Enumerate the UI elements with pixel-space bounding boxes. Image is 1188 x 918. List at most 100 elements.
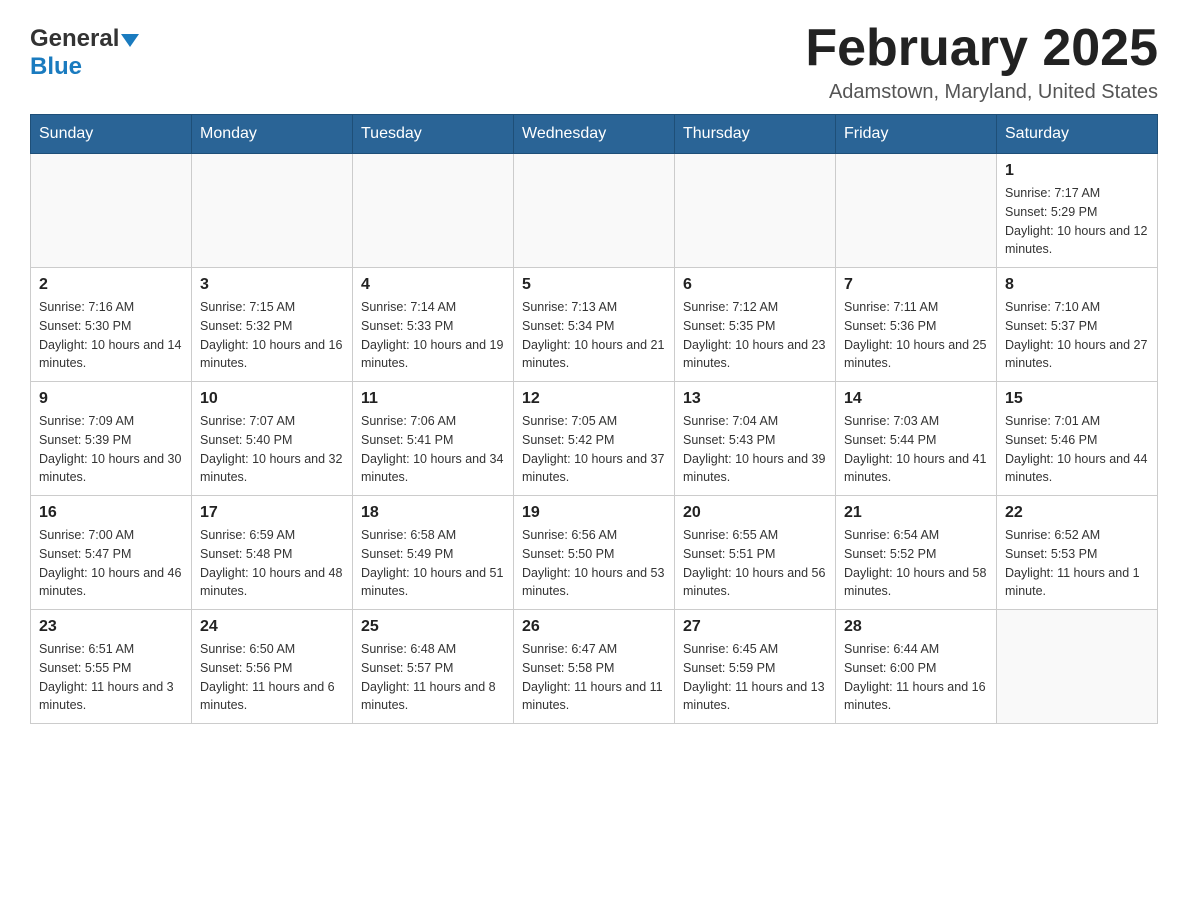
day-info: Sunrise: 6:58 AMSunset: 5:49 PMDaylight:… — [361, 526, 505, 601]
logo-general-text: General — [30, 25, 119, 53]
day-number: 14 — [844, 390, 988, 408]
calendar-day: 16 Sunrise: 7:00 AMSunset: 5:47 PMDayligh… — [31, 496, 192, 610]
calendar-day: 10 Sunrise: 7:07 AMSunset: 5:40 PMDayligh… — [192, 382, 353, 496]
calendar-day: 1 Sunrise: 7:17 AMSunset: 5:29 PMDaylight… — [997, 154, 1158, 268]
weekday-header-thursday: Thursday — [675, 115, 836, 154]
calendar-day: 20 Sunrise: 6:55 AMSunset: 5:51 PMDayligh… — [675, 496, 836, 610]
calendar-day — [192, 154, 353, 268]
day-info: Sunrise: 6:52 AMSunset: 5:53 PMDaylight:… — [1005, 526, 1149, 601]
day-number: 5 — [522, 276, 666, 294]
weekday-header-friday: Friday — [836, 115, 997, 154]
calendar-day: 25Sunrise: 6:48 AMSunset: 5:57 PMDayligh… — [353, 610, 514, 724]
day-info: Sunrise: 7:03 AMSunset: 5:44 PMDaylight:… — [844, 412, 988, 487]
day-number: 16 — [39, 504, 183, 522]
calendar-week-2: 2 Sunrise: 7:16 AMSunset: 5:30 PMDaylight… — [31, 268, 1158, 382]
day-info: Sunrise: 7:09 AMSunset: 5:39 PMDaylight:… — [39, 412, 183, 487]
day-info: Sunrise: 7:10 AMSunset: 5:37 PMDaylight:… — [1005, 298, 1149, 373]
calendar-week-4: 16 Sunrise: 7:00 AMSunset: 5:47 PMDayligh… — [31, 496, 1158, 610]
day-info: Sunrise: 6:54 AMSunset: 5:52 PMDaylight:… — [844, 526, 988, 601]
day-info: Sunrise: 7:05 AMSunset: 5:42 PMDaylight:… — [522, 412, 666, 487]
calendar-day: 6 Sunrise: 7:12 AMSunset: 5:35 PMDaylight… — [675, 268, 836, 382]
month-title: February 2025 — [805, 20, 1158, 77]
calendar-day: 27 Sunrise: 6:45 AMSunset: 5:59 PMDayligh… — [675, 610, 836, 724]
day-number: 7 — [844, 276, 988, 294]
page-header: General Blue February 2025 Adamstown, Ma… — [30, 20, 1158, 104]
calendar-day: 17 Sunrise: 6:59 AMSunset: 5:48 PMDayligh… — [192, 496, 353, 610]
day-info: Sunrise: 7:01 AMSunset: 5:46 PMDaylight:… — [1005, 412, 1149, 487]
weekday-header-wednesday: Wednesday — [514, 115, 675, 154]
calendar-day: 7 Sunrise: 7:11 AMSunset: 5:36 PMDaylight… — [836, 268, 997, 382]
calendar-table: SundayMondayTuesdayWednesdayThursdayFrid… — [30, 114, 1158, 724]
weekday-header-row: SundayMondayTuesdayWednesdayThursdayFrid… — [31, 115, 1158, 154]
day-number: 8 — [1005, 276, 1149, 294]
day-number: 2 — [39, 276, 183, 294]
calendar-day: 14 Sunrise: 7:03 AMSunset: 5:44 PMDayligh… — [836, 382, 997, 496]
calendar-day: 19 Sunrise: 6:56 AMSunset: 5:50 PMDayligh… — [514, 496, 675, 610]
day-info: Sunrise: 6:55 AMSunset: 5:51 PMDaylight:… — [683, 526, 827, 601]
day-number: 18 — [361, 504, 505, 522]
day-info: Sunrise: 6:47 AMSunset: 5:58 PMDaylight:… — [522, 640, 666, 715]
day-number: 28 — [844, 618, 988, 636]
day-info: Sunrise: 6:44 AMSunset: 6:00 PMDaylight:… — [844, 640, 988, 715]
calendar-day: 13Sunrise: 7:04 AMSunset: 5:43 PMDayligh… — [675, 382, 836, 496]
day-number: 22 — [1005, 504, 1149, 522]
day-info: Sunrise: 7:16 AMSunset: 5:30 PMDaylight:… — [39, 298, 183, 373]
day-number: 1 — [1005, 162, 1149, 180]
day-number: 20 — [683, 504, 827, 522]
logo: General Blue — [30, 20, 139, 81]
day-info: Sunrise: 7:13 AMSunset: 5:34 PMDaylight:… — [522, 298, 666, 373]
day-info: Sunrise: 6:59 AMSunset: 5:48 PMDaylight:… — [200, 526, 344, 601]
calendar-day — [675, 154, 836, 268]
calendar-day: 23 Sunrise: 6:51 AMSunset: 5:55 PMDayligh… — [31, 610, 192, 724]
calendar-day: 4Sunrise: 7:14 AMSunset: 5:33 PMDaylight… — [353, 268, 514, 382]
calendar-week-5: 23 Sunrise: 6:51 AMSunset: 5:55 PMDayligh… — [31, 610, 1158, 724]
day-info: Sunrise: 7:04 AMSunset: 5:43 PMDaylight:… — [683, 412, 827, 487]
day-number: 10 — [200, 390, 344, 408]
calendar-day — [836, 154, 997, 268]
day-info: Sunrise: 6:45 AMSunset: 5:59 PMDaylight:… — [683, 640, 827, 715]
day-number: 4 — [361, 276, 505, 294]
weekday-header-saturday: Saturday — [997, 115, 1158, 154]
day-info: Sunrise: 6:50 AMSunset: 5:56 PMDaylight:… — [200, 640, 344, 715]
day-info: Sunrise: 7:07 AMSunset: 5:40 PMDaylight:… — [200, 412, 344, 487]
day-info: Sunrise: 6:48 AMSunset: 5:57 PMDaylight:… — [361, 640, 505, 715]
calendar-day: 24 Sunrise: 6:50 AMSunset: 5:56 PMDayligh… — [192, 610, 353, 724]
calendar-body: 1 Sunrise: 7:17 AMSunset: 5:29 PMDaylight… — [31, 154, 1158, 724]
day-number: 27 — [683, 618, 827, 636]
day-number: 24 — [200, 618, 344, 636]
day-info: Sunrise: 7:17 AMSunset: 5:29 PMDaylight:… — [1005, 184, 1149, 259]
calendar-day: 28 Sunrise: 6:44 AMSunset: 6:00 PMDayligh… — [836, 610, 997, 724]
calendar-week-3: 9 Sunrise: 7:09 AMSunset: 5:39 PMDaylight… — [31, 382, 1158, 496]
location-subtitle: Adamstown, Maryland, United States — [805, 81, 1158, 104]
day-number: 21 — [844, 504, 988, 522]
calendar-day: 18 Sunrise: 6:58 AMSunset: 5:49 PMDayligh… — [353, 496, 514, 610]
day-info: Sunrise: 6:51 AMSunset: 5:55 PMDaylight:… — [39, 640, 183, 715]
day-info: Sunrise: 7:12 AMSunset: 5:35 PMDaylight:… — [683, 298, 827, 373]
calendar-day: 3 Sunrise: 7:15 AMSunset: 5:32 PMDaylight… — [192, 268, 353, 382]
day-number: 23 — [39, 618, 183, 636]
day-number: 15 — [1005, 390, 1149, 408]
day-number: 11 — [361, 390, 505, 408]
day-number: 19 — [522, 504, 666, 522]
calendar-day — [997, 610, 1158, 724]
day-info: Sunrise: 7:06 AMSunset: 5:41 PMDaylight:… — [361, 412, 505, 487]
day-number: 9 — [39, 390, 183, 408]
day-number: 3 — [200, 276, 344, 294]
calendar-day: 26Sunrise: 6:47 AMSunset: 5:58 PMDayligh… — [514, 610, 675, 724]
calendar-week-1: 1 Sunrise: 7:17 AMSunset: 5:29 PMDaylight… — [31, 154, 1158, 268]
day-info: Sunrise: 7:11 AMSunset: 5:36 PMDaylight:… — [844, 298, 988, 373]
day-info: Sunrise: 6:56 AMSunset: 5:50 PMDaylight:… — [522, 526, 666, 601]
calendar-day: 2 Sunrise: 7:16 AMSunset: 5:30 PMDaylight… — [31, 268, 192, 382]
day-info: Sunrise: 7:15 AMSunset: 5:32 PMDaylight:… — [200, 298, 344, 373]
calendar-day: 12Sunrise: 7:05 AMSunset: 5:42 PMDayligh… — [514, 382, 675, 496]
day-number: 6 — [683, 276, 827, 294]
day-info: Sunrise: 7:00 AMSunset: 5:47 PMDaylight:… — [39, 526, 183, 601]
calendar-day — [514, 154, 675, 268]
calendar-day: 8 Sunrise: 7:10 AMSunset: 5:37 PMDaylight… — [997, 268, 1158, 382]
weekday-header-sunday: Sunday — [31, 115, 192, 154]
logo-blue-text: Blue — [30, 53, 82, 81]
calendar-day: 9 Sunrise: 7:09 AMSunset: 5:39 PMDaylight… — [31, 382, 192, 496]
calendar-day: 5 Sunrise: 7:13 AMSunset: 5:34 PMDaylight… — [514, 268, 675, 382]
calendar-day — [353, 154, 514, 268]
day-number: 17 — [200, 504, 344, 522]
